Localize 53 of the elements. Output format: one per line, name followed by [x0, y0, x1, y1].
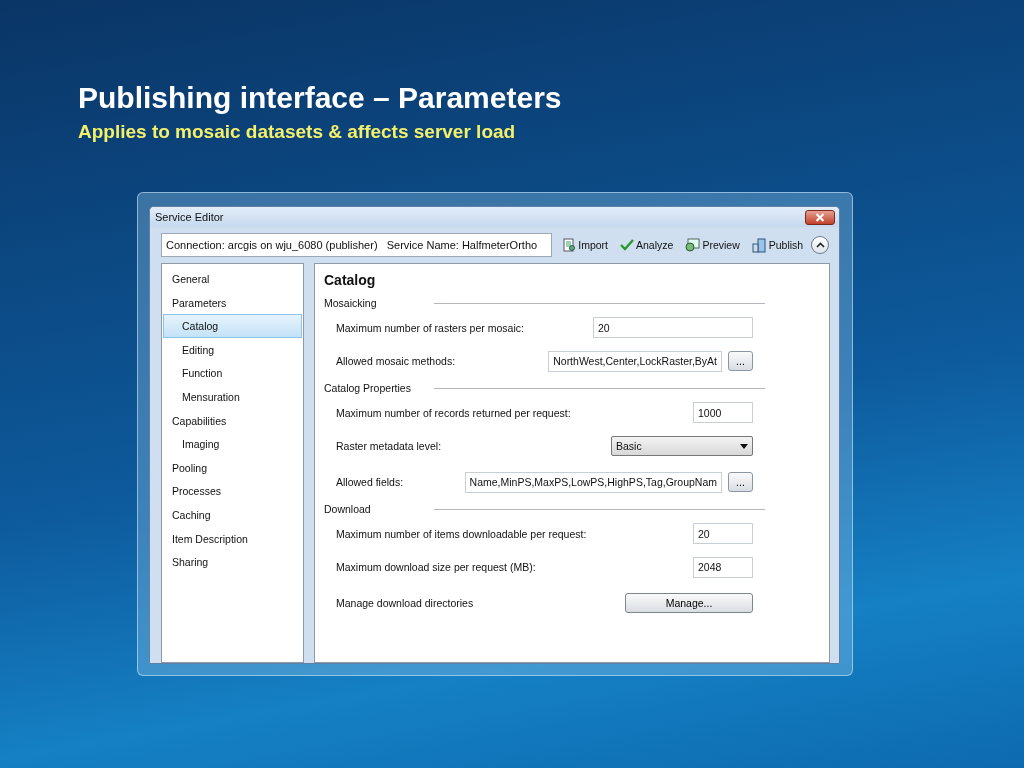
sidebar-item[interactable]: Function — [163, 361, 302, 385]
input-field[interactable]: NorthWest,Center,LockRaster,ByAt — [548, 350, 722, 372]
sidebar-item[interactable]: Pooling — [163, 455, 302, 480]
field-label: Maximum download size per request (MB): — [336, 561, 537, 573]
input-field[interactable]: 1000 — [693, 402, 753, 423]
sidebar-item[interactable]: Capabilities — [163, 408, 302, 433]
panel-heading: Catalog — [324, 272, 377, 288]
browse-button[interactable]: ... — [728, 472, 753, 492]
dropdown-value: Basic — [616, 440, 642, 452]
section-title: Mosaicking — [324, 297, 378, 309]
sidebar-item[interactable]: Mensuration — [163, 384, 302, 409]
manage-button[interactable]: Manage... — [625, 593, 753, 613]
close-button[interactable] — [805, 209, 835, 225]
section-title: Download — [324, 503, 372, 515]
sidebar-item[interactable]: Parameters — [163, 290, 302, 315]
slide-title: Publishing interface – Parameters — [78, 80, 563, 116]
input-field[interactable]: Name,MinPS,MaxPS,LowPS,HighPS,Tag,GroupNam — [464, 471, 722, 493]
collapse-button[interactable] — [811, 236, 829, 254]
input-field[interactable]: 20 — [693, 523, 753, 544]
sidebar-item[interactable]: Sharing — [163, 550, 302, 574]
sidebar-item[interactable]: Editing — [163, 337, 302, 362]
field-label: Allowed fields: — [336, 476, 405, 488]
server-icon — [751, 237, 767, 253]
toolbar-button[interactable]: Publish — [749, 237, 806, 253]
dropdown[interactable]: Basic — [611, 436, 753, 456]
chevron-up-icon — [815, 242, 825, 248]
field-label: Maximum number of rasters per mosaic: — [336, 321, 525, 334]
dropdown-arrow-icon — [740, 443, 748, 449]
browse-button[interactable]: ... — [728, 351, 753, 371]
field-label: Allowed mosaic methods: — [336, 355, 457, 367]
connection-field[interactable]: Connection: arcgis on wju_6080 (publisher) Service Name: HalfmeterOrtho — [161, 233, 553, 257]
sidebar-item[interactable]: Item Description — [163, 526, 302, 551]
toolbar-button[interactable]: Preview — [683, 238, 742, 252]
window-title: Service Editor — [155, 211, 224, 223]
document-icon — [562, 238, 577, 252]
toolbar-button[interactable]: Import — [560, 238, 611, 252]
checkmark-icon — [620, 239, 635, 251]
section-title: Catalog Properties — [324, 382, 412, 394]
sidebar-item[interactable]: Imaging — [163, 432, 302, 456]
input-field[interactable]: 20 — [593, 317, 753, 338]
sidebar-item[interactable]: Processes — [163, 479, 302, 503]
input-field[interactable]: 2048 — [693, 556, 753, 578]
field-label: Maximum number of records returned per request: — [336, 406, 572, 419]
sidebar-item[interactable]: General — [163, 267, 302, 291]
close-icon — [815, 212, 825, 222]
toolbar-button[interactable]: Analyze — [618, 239, 676, 251]
field-label: Raster metadata level: — [336, 440, 443, 452]
field-label: Manage download directories — [336, 597, 475, 609]
sidebar-item[interactable]: Caching — [163, 502, 302, 527]
sidebar-item[interactable]: Catalog — [163, 314, 302, 338]
map-preview-icon — [685, 238, 701, 252]
slide-subtitle: Applies to mosaic datasets & affects server load — [78, 120, 517, 144]
field-label: Maximum number of items downloadable per request: — [336, 527, 588, 540]
